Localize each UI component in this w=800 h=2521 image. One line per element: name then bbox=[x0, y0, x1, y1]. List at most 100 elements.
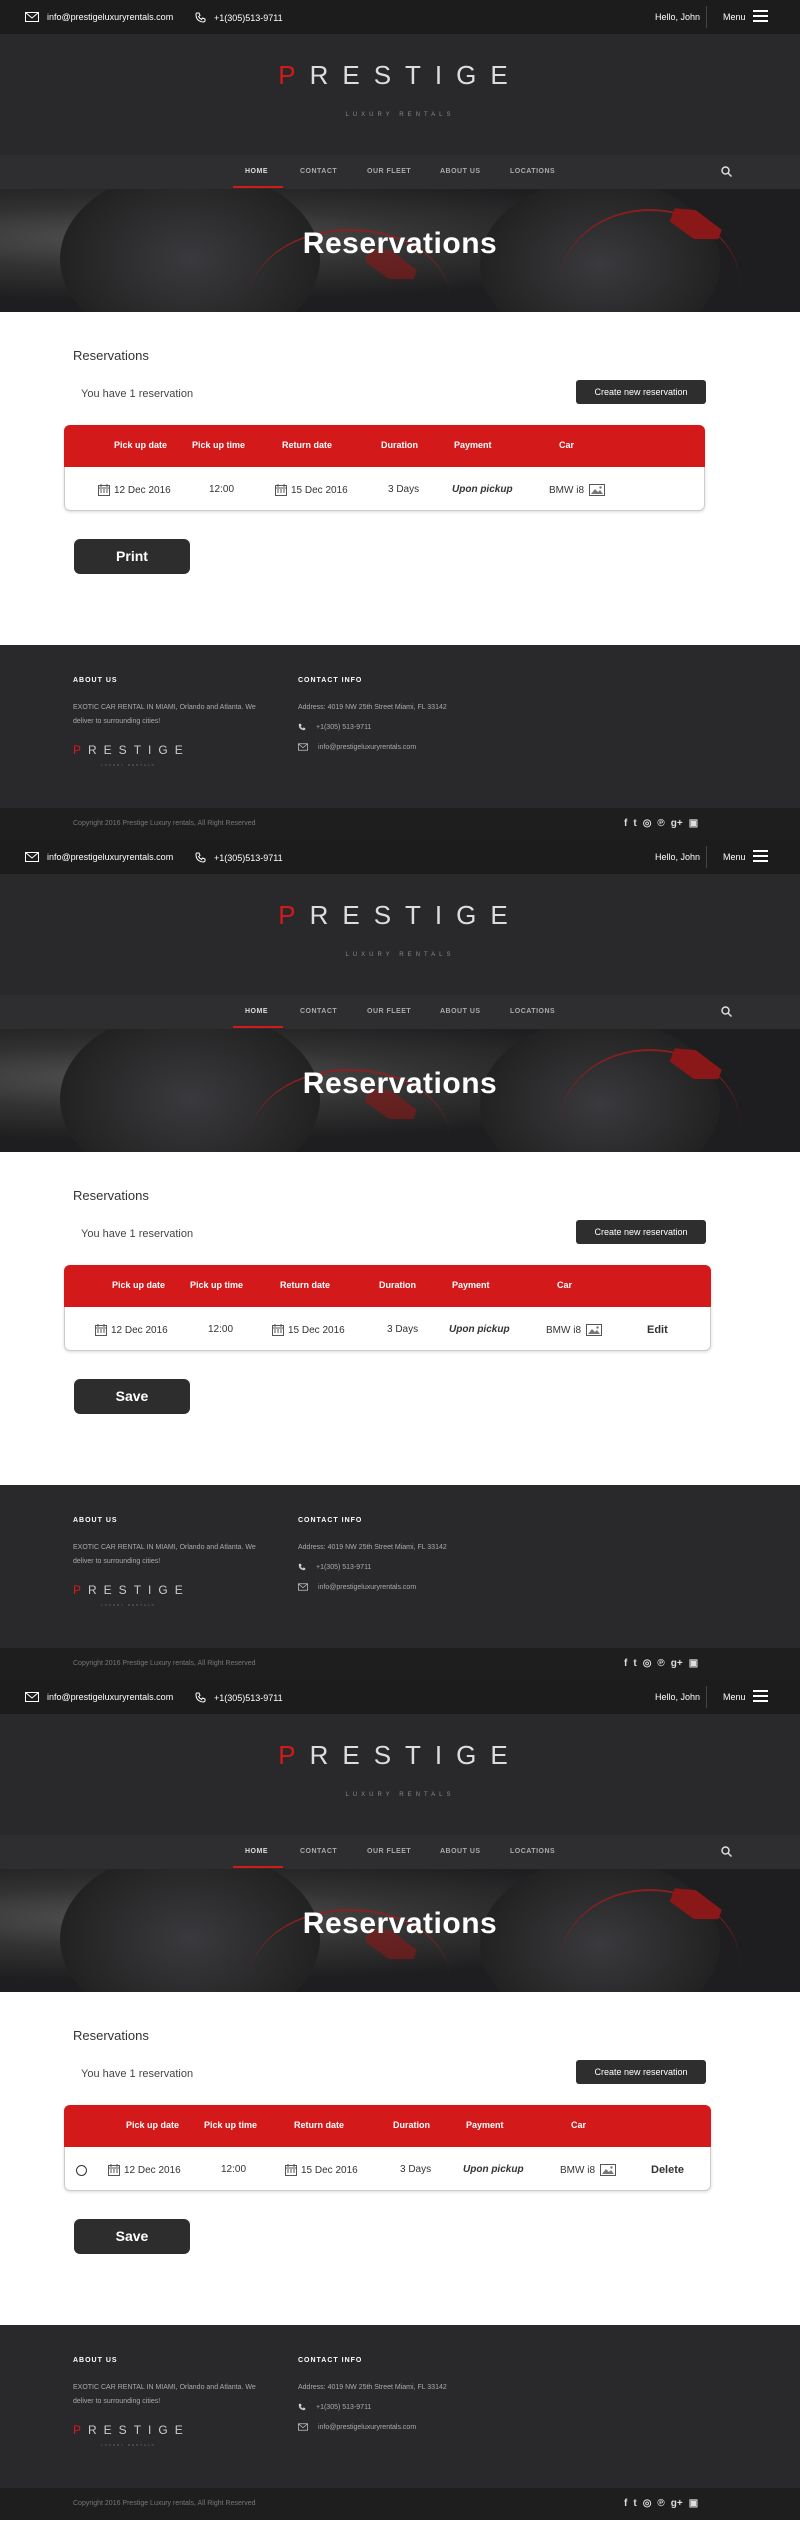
facebook-icon[interactable]: f bbox=[624, 818, 627, 829]
nav-item-about-us[interactable]: ABOUT US bbox=[440, 1848, 481, 1855]
instagram-icon[interactable]: ▣ bbox=[689, 818, 698, 829]
envelope-icon bbox=[298, 743, 308, 751]
footer-phone[interactable]: +1(305) 513-9711 bbox=[298, 1563, 371, 1571]
twitter-icon[interactable]: t bbox=[633, 1658, 636, 1669]
nav-item-our-fleet[interactable]: OUR FLEET bbox=[367, 168, 411, 175]
screen-print: info@prestigeluxuryrentals.com +1(305)51… bbox=[0, 0, 800, 840]
footer-logo: PRESTIGE bbox=[73, 2423, 190, 2437]
search-icon[interactable] bbox=[721, 1006, 732, 1017]
footer-about-text: EXOTIC CAR RENTAL IN MIAMI, Orlando and … bbox=[73, 704, 256, 725]
footer-email[interactable]: info@prestigeluxuryrentals.com bbox=[298, 1583, 416, 1591]
section-title: Reservations bbox=[73, 348, 149, 363]
pinterest-icon[interactable]: ℗ bbox=[657, 1658, 664, 1669]
twitter-icon[interactable]: t bbox=[633, 818, 636, 829]
hamburger-icon[interactable] bbox=[753, 10, 768, 22]
calendar-icon bbox=[275, 484, 287, 496]
facebook-icon[interactable]: f bbox=[624, 1658, 627, 1669]
nav-item-our-fleet[interactable]: OUR FLEET bbox=[367, 1848, 411, 1855]
email-link[interactable]: info@prestigeluxuryrentals.com bbox=[25, 852, 173, 862]
brand-logo[interactable]: PRESTIGE bbox=[0, 900, 800, 931]
phone-link[interactable]: +1(305)513-9711 bbox=[195, 1692, 283, 1703]
search-icon[interactable] bbox=[721, 1846, 732, 1857]
row-action-button[interactable]: Edit bbox=[647, 1324, 668, 1336]
nav-item-locations[interactable]: LOCATIONS bbox=[510, 1008, 555, 1015]
primary-action-button[interactable]: Save bbox=[74, 2219, 190, 2254]
phone-icon bbox=[195, 12, 206, 23]
brand-tagline: LUXURY RENTALS bbox=[345, 1792, 455, 1798]
dribbble-icon[interactable]: ◎ bbox=[643, 818, 652, 829]
nav-item-home[interactable]: HOME bbox=[245, 1008, 268, 1015]
reservations-table: Pick up date Pick up time Return date Du… bbox=[64, 425, 705, 511]
user-greeting[interactable]: Hello, John bbox=[655, 1692, 700, 1702]
nav-item-contact[interactable]: CONTACT bbox=[300, 1848, 337, 1855]
menu-label[interactable]: Menu bbox=[723, 1692, 746, 1702]
nav-item-locations[interactable]: LOCATIONS bbox=[510, 168, 555, 175]
site-footer: ABOUT US EXOTIC CAR RENTAL IN MIAMI, Orl… bbox=[0, 2325, 800, 2488]
table-header: Pick up date Pick up time Return date Du… bbox=[64, 425, 705, 467]
primary-action-button[interactable]: Save bbox=[74, 1379, 190, 1414]
create-reservation-button[interactable]: Create new reservation bbox=[576, 2060, 706, 2084]
envelope-icon bbox=[25, 1692, 39, 1702]
email-link[interactable]: info@prestigeluxuryrentals.com bbox=[25, 12, 173, 22]
row-action-button[interactable]: Delete bbox=[651, 2164, 684, 2176]
column-header-pickup-time: Pick up time bbox=[190, 1280, 244, 1290]
image-icon[interactable] bbox=[589, 484, 605, 496]
nav-item-locations[interactable]: LOCATIONS bbox=[510, 1848, 555, 1855]
user-greeting[interactable]: Hello, John bbox=[655, 852, 700, 862]
twitter-icon[interactable]: t bbox=[633, 2498, 636, 2509]
brand-logo[interactable]: PRESTIGE bbox=[0, 1740, 800, 1771]
column-header-return-date: Return date bbox=[282, 440, 333, 450]
footer-tagline: LUXURY RENTALS bbox=[101, 763, 156, 767]
pickup-time-cell: 12:00 bbox=[221, 2164, 247, 2175]
nav-item-our-fleet[interactable]: OUR FLEET bbox=[367, 1008, 411, 1015]
footer-phone[interactable]: +1(305) 513-9711 bbox=[298, 2403, 371, 2411]
primary-action-button[interactable]: Print bbox=[74, 539, 190, 574]
nav-item-home[interactable]: HOME bbox=[245, 168, 268, 175]
footer-tagline: LUXURY RENTALS bbox=[101, 1603, 156, 1607]
email-link[interactable]: info@prestigeluxuryrentals.com bbox=[25, 1692, 173, 1702]
nav-item-home[interactable]: HOME bbox=[245, 1848, 268, 1855]
google-plus-icon[interactable]: g+ bbox=[671, 2498, 683, 2509]
nav-item-contact[interactable]: CONTACT bbox=[300, 168, 337, 175]
phone-link[interactable]: +1(305)513-9711 bbox=[195, 12, 283, 23]
footer-email[interactable]: info@prestigeluxuryrentals.com bbox=[298, 2423, 416, 2431]
hamburger-icon[interactable] bbox=[753, 1690, 768, 1702]
pinterest-icon[interactable]: ℗ bbox=[657, 2498, 664, 2509]
topbar-phone: +1(305)513-9711 bbox=[214, 12, 283, 23]
nav-item-contact[interactable]: CONTACT bbox=[300, 1008, 337, 1015]
envelope-icon bbox=[298, 2423, 308, 2431]
menu-label[interactable]: Menu bbox=[723, 852, 746, 862]
row-select-radio[interactable] bbox=[76, 2165, 87, 2176]
column-header-pickup-date: Pick up date bbox=[126, 2120, 180, 2130]
hamburger-icon[interactable] bbox=[753, 850, 768, 862]
instagram-icon[interactable]: ▣ bbox=[689, 2498, 698, 2509]
create-reservation-button[interactable]: Create new reservation bbox=[576, 380, 706, 404]
google-plus-icon[interactable]: g+ bbox=[671, 818, 683, 829]
pinterest-icon[interactable]: ℗ bbox=[657, 818, 664, 829]
phone-link[interactable]: +1(305)513-9711 bbox=[195, 852, 283, 863]
column-header-duration: Duration bbox=[379, 1280, 416, 1290]
image-icon[interactable] bbox=[586, 1324, 602, 1336]
top-bar: info@prestigeluxuryrentals.com +1(305)51… bbox=[0, 0, 800, 34]
instagram-icon[interactable]: ▣ bbox=[689, 1658, 698, 1669]
main-nav: HOME CONTACT OUR FLEET ABOUT US LOCATION… bbox=[0, 1835, 800, 1869]
dribbble-icon[interactable]: ◎ bbox=[643, 2498, 652, 2509]
brand-logo[interactable]: PRESTIGE bbox=[0, 60, 800, 91]
dribbble-icon[interactable]: ◎ bbox=[643, 1658, 652, 1669]
facebook-icon[interactable]: f bbox=[624, 2498, 627, 2509]
nav-item-about-us[interactable]: ABOUT US bbox=[440, 1008, 481, 1015]
create-reservation-button[interactable]: Create new reservation bbox=[576, 1220, 706, 1244]
page-title: Reservations bbox=[302, 1067, 498, 1100]
image-icon[interactable] bbox=[600, 2164, 616, 2176]
active-nav-indicator bbox=[233, 1026, 283, 1028]
phone-icon bbox=[195, 852, 206, 863]
google-plus-icon[interactable]: g+ bbox=[671, 1658, 683, 1669]
footer-email[interactable]: info@prestigeluxuryrentals.com bbox=[298, 743, 416, 751]
column-header-payment: Payment bbox=[454, 440, 492, 450]
nav-item-about-us[interactable]: ABOUT US bbox=[440, 168, 481, 175]
menu-label[interactable]: Menu bbox=[723, 12, 746, 22]
search-icon[interactable] bbox=[721, 166, 732, 177]
page-title: Reservations bbox=[302, 227, 498, 260]
user-greeting[interactable]: Hello, John bbox=[655, 12, 700, 22]
footer-phone[interactable]: +1(305) 513-9711 bbox=[298, 723, 371, 731]
